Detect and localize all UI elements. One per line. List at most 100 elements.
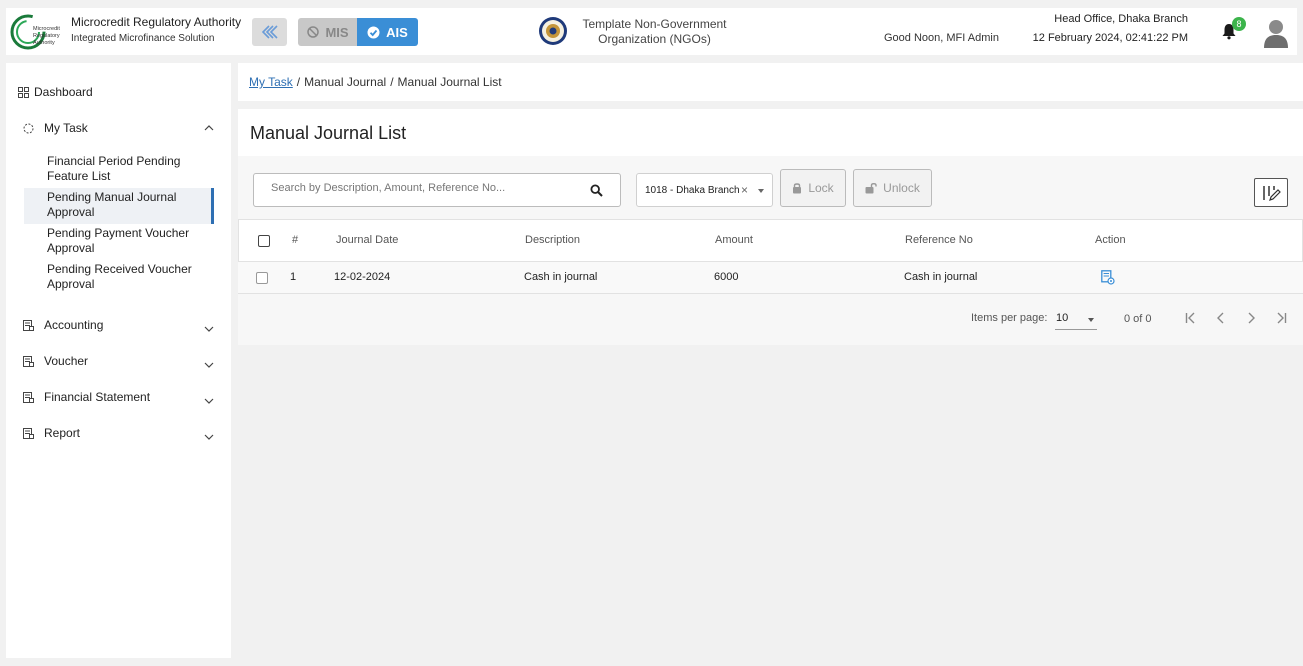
ngo-name: Template Non-Government Organization (NG…: [582, 17, 727, 46]
edit-columns-button[interactable]: [1254, 178, 1288, 207]
table-header: # Journal Date Description Amount Refere…: [238, 219, 1303, 262]
check-circle-icon: [367, 26, 380, 38]
grid-icon: [18, 86, 29, 98]
sidebar-label-accounting: Accounting: [44, 318, 104, 332]
sidebar-item-voucher[interactable]: Voucher: [6, 349, 231, 373]
lock-icon: [793, 183, 802, 194]
sidebar-label-dashboard: Dashboard: [34, 85, 93, 99]
edit-columns-icon: [1263, 185, 1281, 201]
previous-page-icon[interactable]: [1214, 311, 1228, 325]
sidebar-sublabel: Pending Received Voucher Approval: [47, 262, 192, 291]
search-icon[interactable]: [590, 184, 603, 197]
items-per-page-value: 10: [1056, 312, 1069, 324]
list-toolbar: 1018 - Dhaka Branch × Lock Unlock: [238, 156, 1303, 219]
unlock-button[interactable]: Unlock: [853, 169, 932, 207]
sidebar-item-report[interactable]: Report: [6, 421, 231, 445]
paginator: Items per page: 10 0 of 0: [238, 294, 1303, 345]
next-page-icon[interactable]: [1244, 311, 1258, 325]
mis-label: MIS: [325, 24, 349, 40]
chevron-down-icon: [758, 189, 764, 193]
view-document-icon[interactable]: [1101, 270, 1115, 285]
chevron-down-icon: [204, 434, 214, 440]
org-name: Microcredit Regulatory Authority: [71, 15, 242, 29]
row-checkbox[interactable]: [256, 272, 268, 284]
sidebar-sublabel: Financial Period Pending Feature List: [47, 154, 181, 183]
org-subtitle: Integrated Microfinance Solution: [71, 33, 215, 44]
column-header-amount[interactable]: Amount: [715, 234, 753, 246]
page-title-bar: Manual Journal List: [238, 109, 1303, 156]
greeting-text: Good Noon, MFI Admin: [884, 32, 999, 44]
ais-toggle-button[interactable]: AIS: [357, 18, 418, 46]
chevron-down-icon: [204, 398, 214, 404]
select-all-checkbox[interactable]: [258, 235, 270, 247]
search-box: [253, 173, 621, 207]
breadcrumb: My Task / Manual Journal / Manual Journal Li…: [238, 63, 1303, 101]
ledger-icon: [23, 319, 34, 331]
cell-journal-date: 12-02-2024: [334, 271, 391, 283]
chevron-down-icon: [204, 326, 214, 332]
clear-icon[interactable]: ×: [741, 183, 748, 197]
column-header-action: Action: [1095, 234, 1126, 246]
cell-amount: 6000: [714, 271, 739, 283]
sidebar-subitem-received-voucher[interactable]: Pending Received Voucher Approval: [24, 261, 214, 293]
page-title: Manual Journal List: [250, 123, 407, 143]
user-avatar[interactable]: [1263, 18, 1289, 48]
sidebar: Dashboard My Task Financial Period Pendi…: [6, 63, 231, 658]
sidebar-label-financial-statement: Financial Statement: [44, 390, 151, 404]
items-per-page-label: Items per page:: [971, 312, 1048, 324]
sidebar-item-dashboard[interactable]: Dashboard: [6, 80, 231, 104]
sidebar-sublabel: Pending Payment Voucher Approval: [47, 226, 190, 255]
branch-select[interactable]: 1018 - Dhaka Branch ×: [636, 173, 773, 207]
breadcrumb-current: Manual Journal List: [397, 75, 502, 89]
branch-name: Head Office, Dhaka Branch: [1054, 13, 1188, 25]
breadcrumb-separator: /: [390, 75, 394, 89]
mis-toggle-button[interactable]: MIS: [298, 18, 358, 46]
cell-number: 1: [290, 271, 297, 283]
unlock-icon: [865, 183, 877, 194]
top-header: Microcredit Regulatory Authority Microcr…: [6, 8, 1297, 55]
sidebar-item-accounting[interactable]: Accounting: [6, 313, 231, 337]
items-per-page-select[interactable]: 10: [1055, 309, 1097, 330]
unlock-label: Unlock: [883, 181, 920, 195]
sidebar-label-voucher: Voucher: [44, 354, 89, 368]
chevron-down-icon: [1088, 318, 1094, 322]
breadcrumb-trail: My Task / Manual Journal / Manual Journal Li…: [249, 75, 502, 89]
sidebar-subitem-payment-voucher[interactable]: Pending Payment Voucher Approval: [24, 225, 214, 257]
ledger-icon: [23, 391, 34, 403]
current-datetime: 12 February 2024, 02:41:22 PM: [1032, 32, 1188, 44]
column-header-reference-no[interactable]: Reference No: [905, 234, 973, 246]
first-page-icon[interactable]: [1184, 311, 1198, 325]
chevron-down-icon: [204, 362, 214, 368]
ledger-icon: [23, 427, 34, 439]
branch-select-value: 1018 - Dhaka Branch: [645, 185, 740, 196]
column-header-description[interactable]: Description: [525, 234, 580, 246]
breadcrumb-link-my-task[interactable]: My Task: [249, 75, 293, 89]
column-header-journal-date[interactable]: Journal Date: [336, 234, 398, 246]
sidebar-subitem-manual-journal[interactable]: Pending Manual Journal Approval: [24, 188, 214, 224]
ban-icon: [307, 26, 320, 38]
collapse-sidebar-button[interactable]: [252, 18, 287, 46]
notification-badge: 8: [1232, 17, 1246, 31]
lock-button[interactable]: Lock: [780, 169, 846, 207]
sidebar-label-my-task: My Task: [44, 121, 88, 135]
breadcrumb-manual-journal: Manual Journal: [304, 75, 387, 89]
journal-table: # Journal Date Description Amount Refere…: [238, 219, 1303, 345]
cell-description: Cash in journal: [524, 271, 598, 283]
spinner-icon: [23, 123, 34, 133]
ngo-seal-icon: [539, 17, 567, 45]
page-range-label: 0 of 0: [1124, 313, 1152, 325]
last-page-icon[interactable]: [1274, 311, 1288, 325]
search-input[interactable]: [271, 182, 581, 194]
cell-reference-no: Cash in journal: [904, 271, 978, 283]
sidebar-item-financial-statement[interactable]: Financial Statement: [6, 385, 231, 409]
double-chevron-left-icon: [261, 25, 278, 39]
sidebar-item-my-task[interactable]: My Task: [6, 116, 231, 140]
logo-text-2: Regulatory: [33, 33, 60, 39]
column-header-number: #: [292, 234, 299, 246]
sidebar-subitem-financial-period[interactable]: Financial Period Pending Feature List: [24, 153, 214, 185]
ais-label: AIS: [386, 24, 408, 40]
logo-text-1: Microcredit: [33, 26, 60, 32]
lock-label: Lock: [808, 181, 834, 195]
ledger-icon: [23, 355, 34, 367]
chevron-up-icon: [204, 125, 214, 131]
